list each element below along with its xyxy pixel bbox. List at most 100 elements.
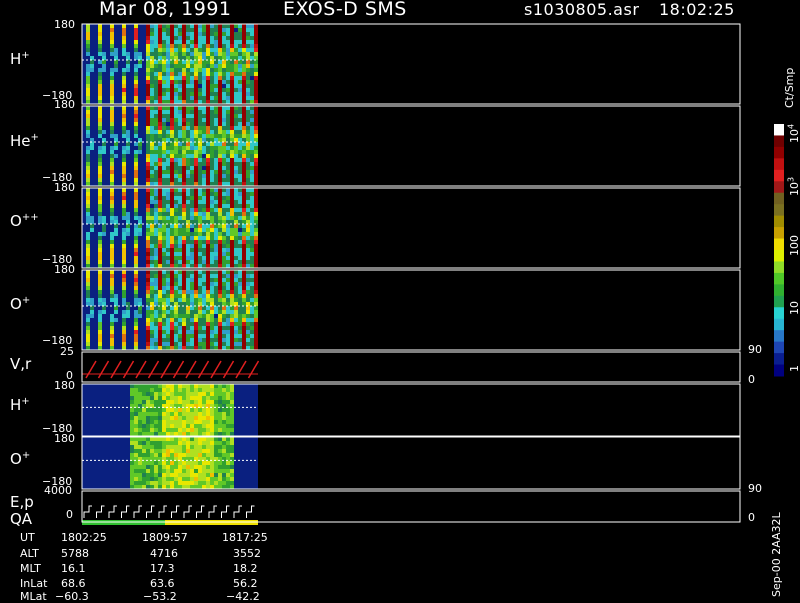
spectrogram-cell (198, 342, 202, 346)
spectrogram-cell (250, 274, 254, 278)
spectrogram-cell (154, 342, 158, 346)
spectrogram-cell (182, 412, 186, 416)
spectrogram-cell (166, 56, 170, 60)
spectrogram-cell (190, 28, 194, 32)
spectrogram-cell (162, 322, 166, 326)
spectrogram-cell (190, 138, 194, 142)
spectrogram-cell (90, 146, 94, 150)
spectrogram-cell (134, 260, 138, 264)
spectrogram-cell (206, 32, 210, 36)
spectrogram-cell (170, 282, 174, 286)
spectrogram-cell (238, 216, 242, 220)
energy-step-trace (133, 505, 142, 518)
spectrogram-cell (222, 392, 226, 396)
spectrogram-cell (162, 154, 166, 158)
spectrogram-cell (218, 126, 222, 130)
spectrogram-cell (178, 396, 182, 400)
spectrogram-cell (98, 212, 102, 216)
spectrogram-cell (234, 56, 238, 60)
spectrogram-cell (194, 72, 198, 76)
spectrogram-cell (110, 270, 114, 274)
spectrogram-cell (210, 473, 214, 477)
spectrogram-cell (162, 286, 166, 290)
spectrogram-cell (250, 306, 254, 310)
spectrogram-cell (234, 204, 238, 208)
spectrogram-cell (222, 282, 226, 286)
spectrogram-cell (198, 420, 202, 424)
spectrogram-cell (198, 326, 202, 330)
spectrogram-cell (130, 396, 134, 400)
spectrogram-cell (186, 330, 190, 334)
spectrogram-cell (170, 178, 174, 182)
spectrogram-cell (134, 166, 138, 170)
spectrogram-cell (246, 64, 250, 68)
spectrogram-cell (146, 204, 150, 208)
spectrogram-cell (234, 182, 238, 186)
spectrogram-cell (98, 220, 102, 224)
spectrogram-cell (230, 44, 234, 48)
spectrogram-cell (214, 170, 218, 174)
spectrogram-cell (206, 130, 210, 134)
spectrogram-cell (150, 106, 154, 110)
spectrogram-cell (122, 110, 126, 114)
spectrogram-cell (130, 461, 134, 465)
spectrogram-cell (246, 100, 250, 104)
velocity-trace (85, 360, 97, 379)
spectrogram-cell (98, 274, 102, 278)
spectrogram-cell (170, 420, 174, 424)
spectrogram-cell (138, 396, 142, 400)
spectrogram-cell (206, 216, 210, 220)
spectrogram-cell (190, 396, 194, 400)
spectrogram-cell (254, 110, 258, 114)
spectrogram-cell (162, 302, 166, 306)
spectrogram-cell (182, 252, 186, 256)
spectrogram-cell (174, 248, 178, 252)
spectrogram-cell (254, 224, 258, 228)
spectrogram-cell (178, 216, 182, 220)
spectrogram-cell (154, 428, 158, 432)
spectrogram-cell (186, 294, 190, 298)
spectrogram-cell (214, 142, 218, 146)
spectrogram-cell (234, 154, 238, 158)
spectrogram-cell (170, 240, 174, 244)
spectrogram-cell (202, 432, 206, 436)
spectrogram-cell (210, 204, 214, 208)
spectrogram-cell (178, 232, 182, 236)
spectrogram-cell (102, 224, 106, 228)
spectrogram-cell (170, 449, 174, 453)
spectrogram-cell (122, 72, 126, 76)
spectrogram-cell (178, 170, 182, 174)
spectrogram-cell (230, 314, 234, 318)
spectrogram-cell (246, 188, 250, 192)
spectrogram-cell (190, 473, 194, 477)
spectrogram-cell (154, 310, 158, 314)
spectrogram-cell (158, 40, 162, 44)
spectrogram-cell (90, 60, 94, 64)
spectrogram-cell (218, 477, 222, 481)
spectrogram-cell (174, 322, 178, 326)
spectrogram-cell (230, 212, 234, 216)
spectrogram-cell (170, 384, 174, 388)
spectrogram-cell (190, 154, 194, 158)
spectrogram-cell (150, 449, 154, 453)
spectrogram-cell (218, 282, 222, 286)
spectrogram-cell (134, 204, 138, 208)
spectrogram-cell (110, 182, 114, 186)
spectrogram-cell (150, 150, 154, 154)
spectrogram-cell (162, 449, 166, 453)
spectrogram-cell (146, 122, 150, 126)
spectrogram-cell (134, 200, 138, 204)
spectrogram-cell (178, 60, 182, 64)
spectrogram-cell (170, 260, 174, 264)
spectrogram-cell (170, 188, 174, 192)
spectrogram-cell (174, 342, 178, 346)
spectrogram-cell (146, 240, 150, 244)
spectrogram-cell (186, 48, 190, 52)
spectrogram-cell (210, 322, 214, 326)
spectrogram-cell (162, 228, 166, 232)
spectrogram-cell (194, 481, 198, 485)
spectrogram-cell (210, 130, 214, 134)
spectrogram-cell (154, 182, 158, 186)
spectrogram-cell (126, 68, 130, 72)
spectrogram-cell (138, 473, 142, 477)
